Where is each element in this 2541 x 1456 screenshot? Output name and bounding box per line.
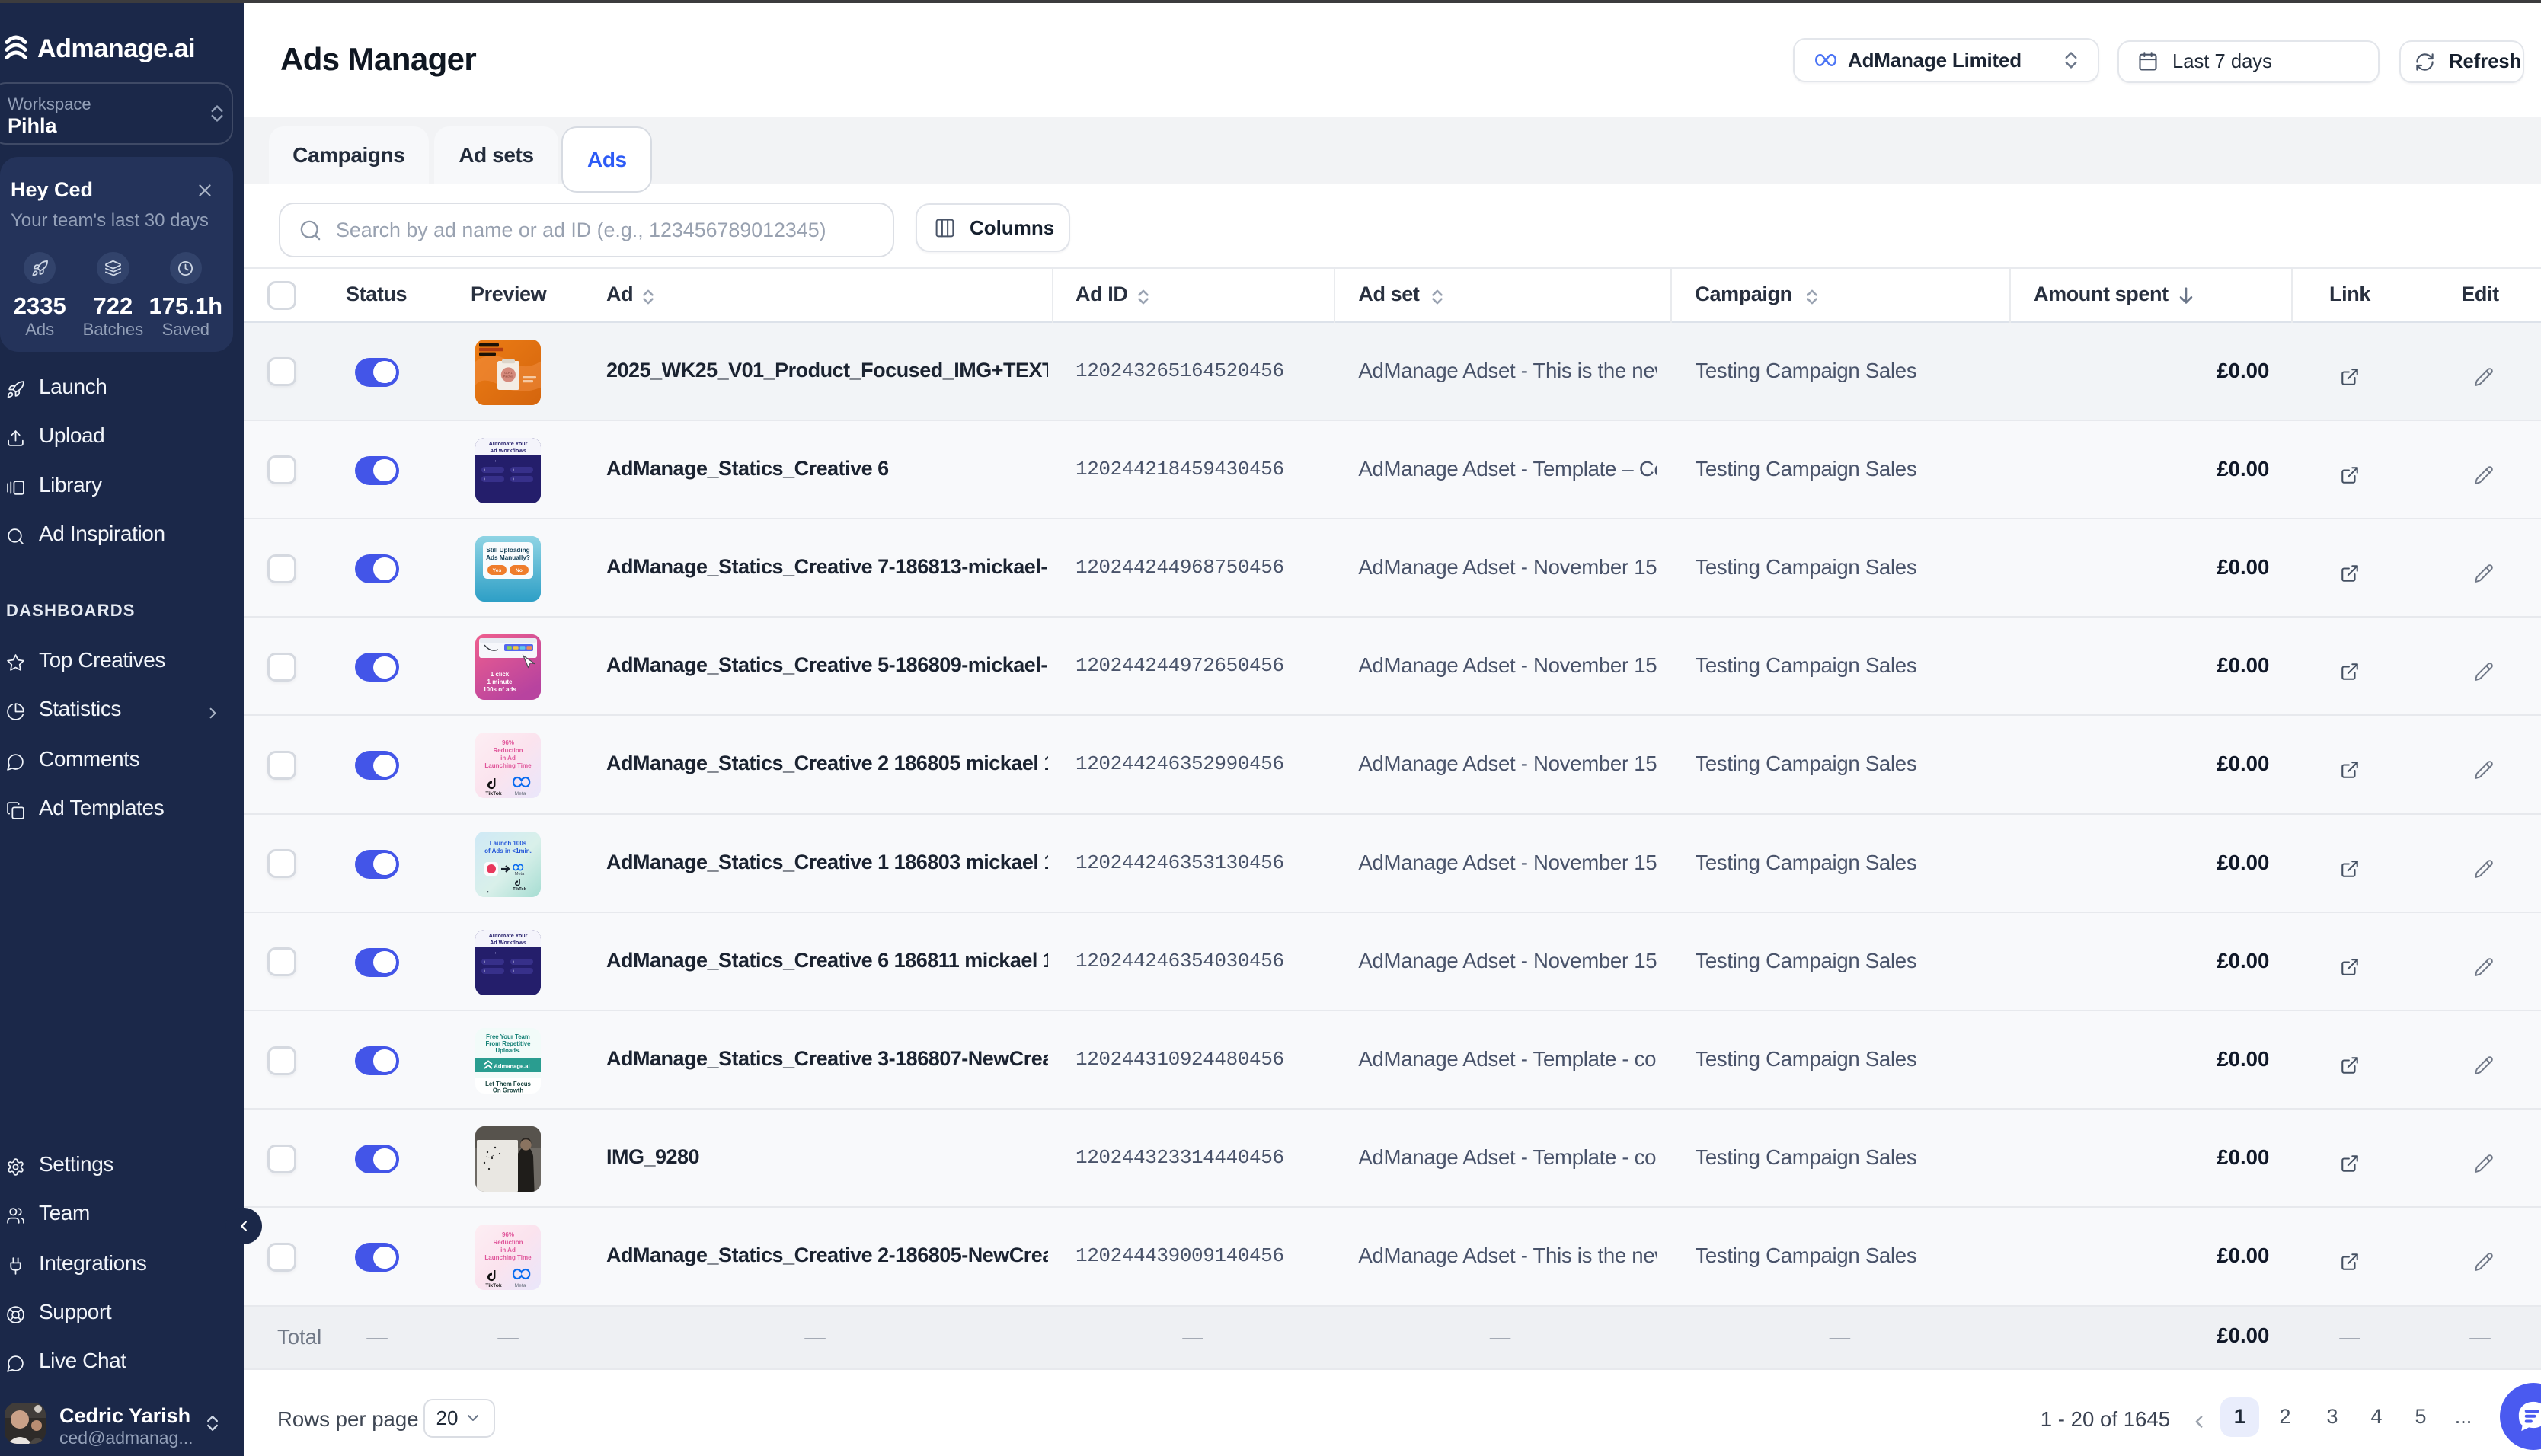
svg-text:TikTok: TikTok [485,791,501,797]
svg-text:Meta: Meta [515,872,525,876]
svg-text:Ad Workflows: Ad Workflows [490,939,526,946]
svg-text:of Ads in <1min.: of Ads in <1min. [484,848,532,854]
svg-text:On Growth: On Growth [493,1087,524,1094]
svg-text:From Repetitive: From Repetitive [486,1040,532,1047]
svg-text:in Ad: in Ad [500,1247,516,1253]
svg-text:Launch 100s: Launch 100s [490,840,527,847]
svg-text:TikTok: TikTok [485,1283,501,1288]
svg-text:Ads Manually?: Ads Manually? [486,554,530,561]
svg-text:Admanage.ai: Admanage.ai [494,1062,529,1069]
svg-text:Still Uploading: Still Uploading [486,547,529,554]
svg-text:96%: 96% [502,1231,514,1238]
svg-text:Meta: Meta [514,1283,526,1288]
svg-text:Yes: Yes [493,568,502,573]
svg-text:96%: 96% [502,739,514,746]
svg-text:Automate Your: Automate Your [489,440,528,447]
svg-text:TikTok: TikTok [513,887,526,892]
svg-text:Meta: Meta [514,791,526,797]
svg-text:Launching Time: Launching Time [484,762,532,769]
svg-text:Reduction: Reduction [493,1239,523,1246]
svg-text:100s of ads: 100s of ads [483,686,516,693]
svg-text:1 minute: 1 minute [487,679,513,685]
svg-text:Ad Workflows: Ad Workflows [490,447,526,454]
svg-text:Reduction: Reduction [493,747,523,754]
svg-text:Patches: Patches [503,375,513,378]
svg-text:in Ad: in Ad [500,755,516,762]
svg-text:1 click: 1 click [491,671,510,678]
svg-text:GLP-1: GLP-1 [504,372,512,375]
svg-text:Uploads.: Uploads. [496,1047,521,1054]
svg-text:Launching Time: Launching Time [484,1254,532,1261]
svg-text:No: No [516,568,523,573]
svg-text:Free Your Team: Free Your Team [486,1033,530,1040]
svg-text:Automate Your: Automate Your [489,932,528,939]
